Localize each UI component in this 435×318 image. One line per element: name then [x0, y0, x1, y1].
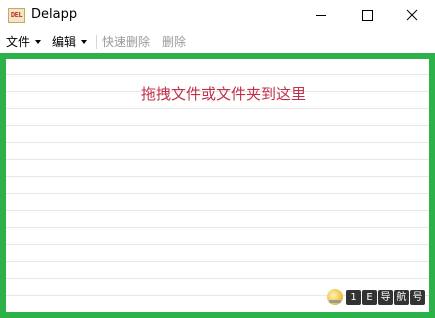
menu-edit[interactable]: 编辑: [52, 34, 88, 50]
watermark-char: 航: [394, 289, 409, 305]
minimize-button[interactable]: [298, 0, 344, 31]
watermark-char: E: [362, 289, 377, 305]
watermark-char: 1: [346, 289, 361, 305]
watermark-logo-icon: [327, 289, 343, 305]
watermark-char: 号: [410, 289, 425, 305]
menu-file[interactable]: 文件: [6, 34, 42, 50]
app-window: DEL Delapp 文件 编辑 快速删除 删除 拖拽文件或文件夹到这里 1 E…: [0, 0, 435, 318]
delete-button[interactable]: 删除: [162, 34, 186, 50]
menu-edit-label: 编辑: [52, 35, 77, 49]
watermark-char: 导: [378, 289, 393, 305]
drop-hint-text: 拖拽文件或文件夹到这里: [140, 85, 306, 103]
menu-file-label: 文件: [6, 35, 31, 49]
title-bar[interactable]: DEL Delapp: [0, 0, 435, 31]
close-button[interactable]: [389, 0, 435, 31]
menu-separator: [96, 35, 97, 49]
drop-zone-area[interactable]: 拖拽文件或文件夹到这里 1 E 导 航 号: [6, 59, 429, 312]
minimize-icon: [316, 15, 326, 16]
menu-bar: 文件 编辑 快速删除 删除: [0, 31, 435, 53]
close-icon: [406, 9, 418, 21]
window-title: Delapp: [31, 7, 78, 22]
maximize-icon: [362, 10, 373, 21]
chevron-down-icon: [35, 39, 42, 44]
app-icon: DEL: [8, 8, 25, 23]
maximize-button[interactable]: [344, 0, 390, 31]
watermark: 1 E 导 航 号: [327, 288, 425, 306]
chevron-down-icon: [81, 39, 88, 44]
drop-zone[interactable]: 拖拽文件或文件夹到这里 1 E 导 航 号: [0, 53, 435, 318]
quick-delete-button[interactable]: 快速删除: [102, 34, 150, 50]
